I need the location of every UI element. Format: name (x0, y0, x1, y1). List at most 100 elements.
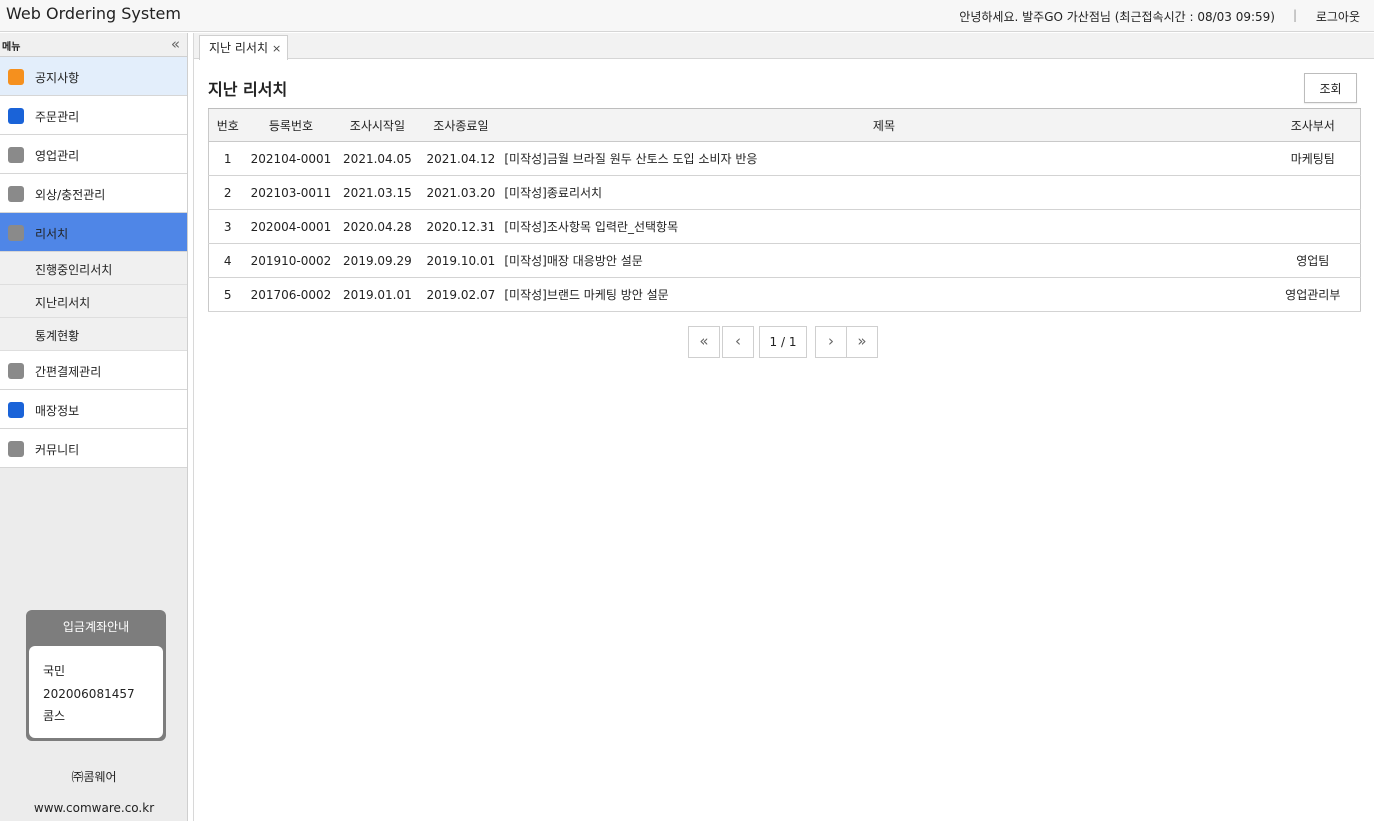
cell-no: 3 (208, 209, 247, 244)
search-button[interactable]: 조회 (1304, 73, 1357, 103)
cell-title[interactable]: [미작성]종료리서치 (502, 175, 1266, 210)
sidebar-item-orders[interactable]: 주문관리 (0, 96, 187, 135)
tab-bar: 지난 리서치 × (194, 33, 1374, 60)
cell-title[interactable]: [미작성]브랜드 마케팅 방안 설문 (502, 277, 1266, 312)
tab-label: 지난 리서치 (209, 41, 269, 55)
company-website: www.comware.co.kr (33, 801, 155, 815)
column-header: 제목 (502, 108, 1266, 142)
sidebar-item-label: 영업관리 (35, 149, 80, 163)
sidebar-item-notice[interactable]: 공지사항 (0, 57, 187, 96)
cell-start-date: 2019.01.01 (335, 277, 420, 312)
gray-square-icon (8, 441, 24, 457)
sidebar-item-research[interactable]: 리서치 (0, 213, 187, 252)
cell-title[interactable]: [미작성]매장 대응방안 설문 (502, 243, 1266, 278)
cell-department (1265, 175, 1361, 210)
deposit-account-box: 입금계좌안내 국민 202006081457 콤스 (26, 610, 166, 741)
sidebar-item-label: 리서치 (35, 227, 69, 241)
table-row[interactable]: 4 201910-0002 2019.09.29 2019.10.01 [미작성… (208, 243, 1361, 278)
account-box-body: 국민 202006081457 콤스 (29, 646, 163, 738)
cell-department: 영업관리부 (1265, 277, 1361, 312)
logout-link[interactable]: 로그아웃 (1316, 8, 1360, 25)
submenu-label: 진행중인리서치 (35, 263, 113, 277)
sidebar-item-easy-pay[interactable]: 간편결제관리 (0, 351, 187, 390)
app-title: Web Ordering System (6, 4, 181, 23)
cell-no: 4 (208, 243, 247, 278)
cell-reg-no: 202103-0011 (246, 175, 336, 210)
cell-title[interactable]: [미작성]금월 브라질 원두 산토스 도입 소비자 반응 (502, 141, 1266, 176)
research-table: 번호 등록번호 조사시작일 조사종료일 제목 조사부서 1 202104-000… (208, 108, 1361, 312)
page-title: 지난 리서치 (208, 80, 288, 99)
account-holder: 콤스 (43, 709, 66, 723)
cell-reg-no: 202104-0001 (246, 141, 336, 176)
sidebar-item-label: 매장정보 (35, 404, 80, 418)
cell-department (1265, 209, 1361, 244)
sidebar-header: 메뉴 « (0, 33, 187, 57)
cell-no: 2 (208, 175, 247, 210)
gray-square-icon (8, 225, 24, 241)
table-row[interactable]: 3 202004-0001 2020.04.28 2020.12.31 [미작성… (208, 209, 1361, 244)
submenu-label: 통계현황 (35, 329, 80, 343)
last-page-button[interactable]: » (846, 326, 878, 358)
header-separator: | (1292, 8, 1297, 22)
cell-start-date: 2021.04.05 (335, 141, 420, 176)
gray-square-icon (8, 363, 24, 379)
close-icon[interactable]: × (272, 42, 281, 55)
cell-reg-no: 201706-0002 (246, 277, 336, 312)
company-name: ㈜콤웨어 (71, 770, 117, 784)
gray-square-icon (8, 186, 24, 202)
blue-square-icon (8, 402, 24, 418)
column-header: 등록번호 (246, 108, 336, 142)
main-content: 지난 리서치 × 지난 리서치 조회 번호 등록번호 조사시작일 조사종료일 제목… (193, 33, 1374, 821)
prev-page-button[interactable]: ‹ (722, 326, 754, 358)
first-page-button[interactable]: « (688, 326, 720, 358)
cell-department: 영업팀 (1265, 243, 1361, 278)
cell-start-date: 2021.03.15 (335, 175, 420, 210)
column-header: 조사부서 (1265, 108, 1361, 142)
cell-department: 마케팅팀 (1265, 141, 1361, 176)
sidebar-item-community[interactable]: 커뮤니티 (0, 429, 187, 468)
column-header: 번호 (208, 108, 247, 142)
sidebar-item-store-info[interactable]: 매장정보 (0, 390, 187, 429)
cell-title[interactable]: [미작성]조사항목 입력란_선택항목 (502, 209, 1266, 244)
cell-no: 1 (208, 141, 247, 176)
user-greeting: 안녕하세요. 발주GO 가산점님 (최근접속시간 : 08/03 09:59) (959, 10, 1275, 24)
cell-no: 5 (208, 277, 247, 312)
tab-past-research[interactable]: 지난 리서치 × (199, 35, 289, 60)
cell-reg-no: 202004-0001 (246, 209, 336, 244)
menu-label: 메뉴 (2, 42, 21, 53)
sidebar-item-label: 공지사항 (35, 71, 80, 85)
top-header: Web Ordering System 안녕하세요. 발주GO 가산점님 (최근… (0, 0, 1374, 32)
table-header-row: 번호 등록번호 조사시작일 조사종료일 제목 조사부서 (208, 108, 1361, 142)
orange-square-icon (8, 69, 24, 85)
blue-square-icon (8, 108, 24, 124)
cell-start-date: 2019.09.29 (335, 243, 420, 278)
cell-end-date: 2020.12.31 (419, 209, 503, 244)
sidebar-item-label: 주문관리 (35, 110, 80, 124)
next-page-button[interactable]: › (815, 326, 847, 358)
sidebar-item-label: 커뮤니티 (35, 443, 80, 457)
submenu-label: 지난리서치 (35, 296, 91, 310)
account-box-title: 입금계좌안내 (62, 620, 130, 634)
collapse-sidebar-icon[interactable]: « (171, 35, 180, 53)
sidebar-item-label: 간편결제관리 (35, 365, 102, 379)
cell-end-date: 2021.03.20 (419, 175, 503, 210)
submenu-past-research[interactable]: 지난리서치 (0, 285, 187, 318)
sidebar-item-label: 외상/충전관리 (35, 188, 106, 202)
cell-end-date: 2019.10.01 (419, 243, 503, 278)
cell-reg-no: 201910-0002 (246, 243, 336, 278)
submenu-statistics[interactable]: 통계현황 (0, 318, 187, 351)
sidebar-item-credit[interactable]: 외상/충전관리 (0, 174, 187, 213)
cell-end-date: 2019.02.07 (419, 277, 503, 312)
column-header: 조사종료일 (419, 108, 503, 142)
account-bank: 국민 (43, 664, 66, 678)
column-header: 조사시작일 (335, 108, 420, 142)
table-row[interactable]: 5 201706-0002 2019.01.01 2019.02.07 [미작성… (208, 277, 1361, 312)
table-row[interactable]: 2 202103-0011 2021.03.15 2021.03.20 [미작성… (208, 175, 1361, 210)
sidebar: 메뉴 « 공지사항 주문관리 영업관리 외상/충전관리 리서치 진행중인리서치 … (0, 33, 188, 821)
sidebar-item-sales[interactable]: 영업관리 (0, 135, 187, 174)
table-row[interactable]: 1 202104-0001 2021.04.05 2021.04.12 [미작성… (208, 141, 1361, 176)
account-number: 202006081457 (43, 686, 135, 701)
gray-square-icon (8, 147, 24, 163)
cell-start-date: 2020.04.28 (335, 209, 420, 244)
submenu-ongoing-research[interactable]: 진행중인리서치 (0, 252, 187, 285)
